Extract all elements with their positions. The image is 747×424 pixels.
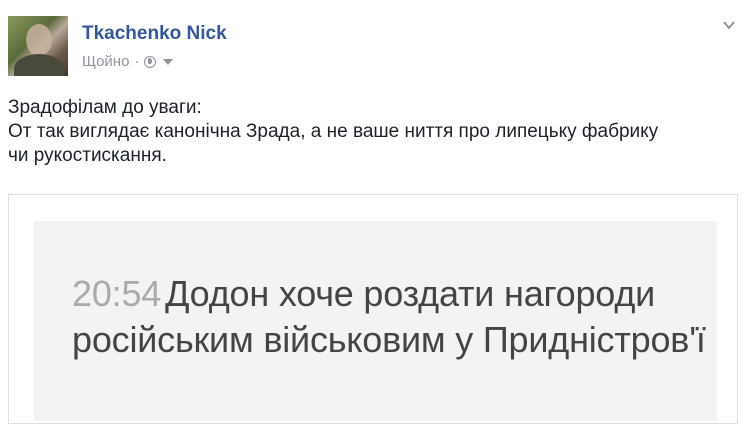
- news-headline: 20:54 Додон хоче роздати нагороди російсь…: [72, 271, 712, 363]
- avatar-shoulders: [14, 54, 64, 76]
- post-meta: Щойно ·: [82, 53, 174, 70]
- news-time: 20:54: [72, 273, 162, 314]
- author-name[interactable]: Tkachenko Nick: [82, 23, 227, 45]
- globe-icon[interactable]: [144, 55, 157, 68]
- meta-separator: ·: [134, 53, 140, 70]
- post-text-line: чи рукостискання.: [8, 145, 167, 166]
- post-time[interactable]: Щойно: [82, 53, 129, 70]
- avatar-face: [26, 24, 52, 56]
- caret-down-icon[interactable]: [163, 58, 174, 65]
- post-text-line: Зрадофілам до уваги:: [8, 97, 202, 118]
- news-headline-line1: Додон хоче роздати нагороди: [165, 273, 656, 314]
- post-text: Зрадофілам до уваги: От так виглядає кан…: [8, 96, 738, 168]
- avatar[interactable]: [8, 16, 68, 76]
- post-header: Tkachenko Nick Щойно ·: [8, 16, 738, 80]
- shared-image-attachment[interactable]: 20:54 Додон хоче роздати нагороди російсь…: [8, 194, 738, 424]
- attachment-image[interactable]: 20:54 Додон хоче роздати нагороди російсь…: [34, 221, 717, 421]
- post-text-line: От так виглядає канонічна Зрада, а не ва…: [8, 121, 659, 142]
- chevron-down-icon[interactable]: [722, 18, 736, 32]
- news-headline-line2: російським військовим у Придністров'ї: [72, 319, 706, 360]
